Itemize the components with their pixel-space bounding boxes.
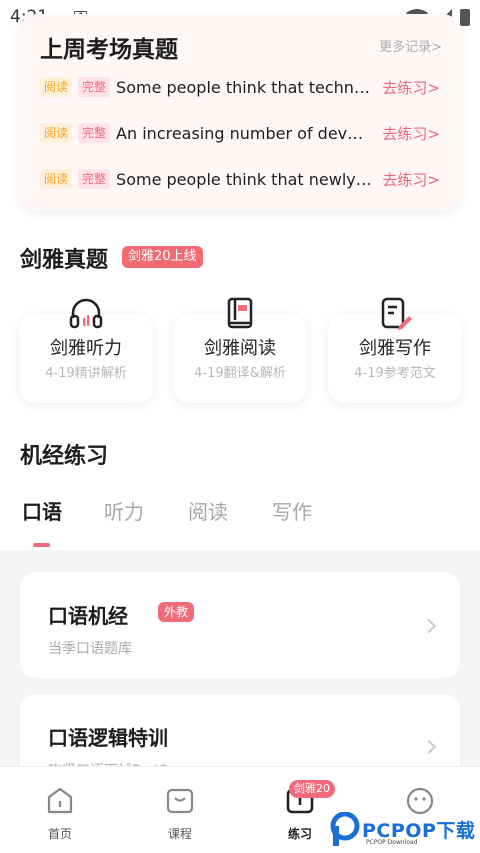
exam-row[interactable]: 阅读 完整 Some people think that newly b... … (40, 166, 440, 192)
cambridge-reading-card[interactable]: 剑雅阅读 4-19翻译&解析 (173, 297, 307, 403)
tag-complete: 完整 (78, 77, 111, 97)
exam-row-text: Some people think that newly b... (116, 169, 373, 189)
card-title: 剑雅阅读 (204, 338, 276, 359)
cambridge-section-title: 剑雅真题 (20, 248, 109, 273)
exam-row-text: An increasing number of develo... (116, 123, 373, 143)
watermark-logo: PCPOP下载 PCPOP Download (330, 806, 480, 853)
chevron-right-icon (421, 739, 437, 755)
nav-course-label: 课程 (167, 827, 192, 841)
card-subtitle: 4-19精讲解析 (45, 366, 127, 381)
cambridge-new-badge: 剑雅20上线 (122, 246, 203, 268)
nav-home[interactable]: 首页 (30, 785, 90, 842)
speaking-jijing-card[interactable]: 口语机经 外教 当季口语题库 (20, 572, 460, 678)
card-title: 剑雅听力 (50, 338, 122, 359)
list-item-subtitle: 当季口语题库 (48, 641, 132, 657)
book-icon (227, 297, 253, 329)
nav-course[interactable]: 课程 (150, 785, 210, 842)
foreign-teacher-badge: 外教 (158, 602, 195, 622)
more-records-link[interactable]: 更多记录> (379, 36, 442, 55)
watermark-small-text: PCPOP Download (366, 839, 418, 846)
go-practice-link[interactable]: 去练习> (382, 77, 440, 98)
list-item-title: 口语逻辑特训 (48, 726, 168, 750)
cambridge-writing-card[interactable]: 剑雅写作 4-19参考范文 (328, 297, 462, 403)
tab-writing[interactable]: 写作 (272, 496, 312, 525)
headphones-icon (69, 298, 103, 329)
tab-reading[interactable]: 阅读 (188, 496, 228, 525)
recent-exam-card: 上周考场真题 更多记录> 阅读 完整 Some people think tha… (18, 14, 462, 210)
tag-reading: 阅读 (40, 77, 73, 97)
recent-exam-title: 上周考场真题 (40, 37, 178, 63)
nav-home-label: 首页 (47, 827, 72, 841)
exam-row[interactable]: 阅读 完整 An increasing number of develo... … (40, 120, 440, 146)
card-subtitle: 4-19参考范文 (354, 366, 436, 381)
tag-complete: 完整 (78, 123, 111, 143)
tab-active-indicator (33, 543, 50, 547)
tag-reading: 阅读 (40, 123, 73, 143)
go-practice-link[interactable]: 去练习> (382, 169, 440, 190)
edit-document-icon (381, 297, 412, 330)
course-icon (166, 788, 194, 814)
pcpop-logo-icon (330, 811, 360, 846)
home-icon (47, 787, 73, 814)
practice-nav-badge: 剑雅20 (289, 780, 335, 798)
tag-reading: 阅读 (40, 169, 73, 189)
chevron-right-icon (421, 618, 437, 634)
nav-practice-label: 练习 (287, 827, 312, 841)
card-subtitle: 4-19翻译&解析 (194, 366, 286, 381)
cambridge-listening-card[interactable]: 剑雅听力 4-19精讲解析 (19, 298, 153, 403)
list-item-title: 口语机经 (48, 604, 128, 628)
tag-complete: 完整 (78, 169, 111, 189)
go-practice-link[interactable]: 去练习> (382, 123, 440, 144)
exam-row[interactable]: 阅读 完整 Some people think that technol... … (40, 74, 440, 100)
battery-icon (460, 8, 470, 26)
tab-speaking[interactable]: 口语 (22, 496, 62, 525)
practice-tabs: 口语 听力 阅读 写作 (0, 490, 480, 550)
card-title: 剑雅写作 (359, 338, 431, 359)
practice-section-title: 机经练习 (20, 444, 109, 469)
exam-row-text: Some people think that technol... (116, 77, 373, 97)
tab-listening[interactable]: 听力 (104, 496, 144, 525)
